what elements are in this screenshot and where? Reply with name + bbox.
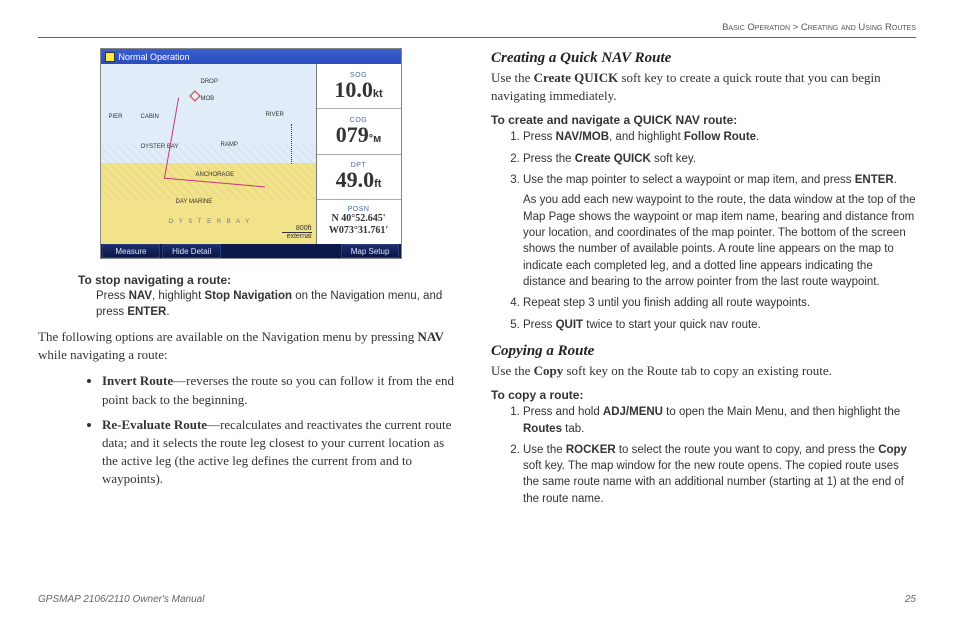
list-item: Repeat step 3 until you finish adding al…	[523, 295, 916, 311]
dotted-line	[231, 124, 292, 164]
page-number: 25	[905, 594, 916, 605]
status-icon	[105, 52, 115, 62]
manual-title: GPSMAP 2106/2110 Owner's Manual	[38, 594, 204, 605]
option-list: Invert Route—reverses the route so you c…	[62, 372, 463, 488]
softkey-bar: Measure Hide Detail Map Setup	[101, 244, 401, 258]
scale-label: 800ft external	[282, 225, 312, 240]
proc-body: Press NAV, highlight Stop Navigation on …	[96, 289, 463, 320]
sog-field: SOG 10.0kt	[317, 64, 401, 109]
list-item: Use the ROCKER to select the route you w…	[523, 442, 916, 507]
proc-title-copy: To copy a route:	[491, 388, 916, 402]
softkey-measure[interactable]: Measure	[102, 244, 161, 258]
list-item: Re-Evaluate Route—recalculates and react…	[102, 416, 463, 489]
list-item: Press the Create QUICK soft key.	[523, 151, 916, 167]
procedure-stop-nav: To stop navigating a route: Press NAV, h…	[78, 273, 463, 320]
copy-route-intro: Use the Copy soft key on the Route tab t…	[491, 362, 916, 380]
quick-nav-intro: Use the Create QUICK soft key to create …	[491, 69, 916, 105]
device-body: DROP MOB PIER CABIN OYSTER BAY RAMP RIVE…	[101, 64, 401, 244]
ramp-label: RAMP	[221, 142, 238, 148]
pier-label: PIER	[109, 114, 123, 120]
device-titlebar: Normal Operation	[101, 49, 401, 64]
softkey-map-setup[interactable]: Map Setup	[341, 244, 400, 258]
list-item: Invert Route—reverses the route so you c…	[102, 372, 463, 408]
right-column: Creating a Quick NAV Route Use the Creat…	[491, 48, 916, 517]
header-section: Basic Operation	[722, 22, 790, 33]
mob-label: MOB	[191, 92, 215, 102]
softkey-blank	[223, 244, 280, 258]
footer: GPSMAP 2106/2110 Owner's Manual 25	[38, 594, 916, 605]
page: Basic Operation > Creating and Using Rou…	[0, 0, 954, 621]
list-item: Use the map pointer to select a waypoint…	[523, 172, 916, 290]
device-screenshot: Normal Operation DROP MOB PIER CABIN OYS…	[100, 48, 402, 259]
anchorage-label: ANCHORAGE	[196, 172, 235, 178]
running-header: Basic Operation > Creating and Using Rou…	[38, 22, 916, 38]
left-column: Normal Operation DROP MOB PIER CABIN OYS…	[38, 48, 463, 517]
step-subtext: As you add each new waypoint to the rout…	[523, 192, 916, 290]
header-subsection: Creating and Using Routes	[801, 22, 916, 33]
list-item: Press QUIT twice to start your quick nav…	[523, 317, 916, 333]
cog-field: COG 079°ᴍ	[317, 109, 401, 154]
mode-label: Normal Operation	[119, 52, 190, 62]
drop-label: DROP	[201, 79, 218, 85]
daymarine-label: DAY MARINE	[176, 199, 213, 205]
intro-paragraph: The following options are available on t…	[38, 328, 463, 364]
oyster-label: OYSTER BAY	[141, 144, 179, 150]
list-item: Press and hold ADJ/MENU to open the Main…	[523, 404, 916, 437]
proc-title-quicknav: To create and navigate a QUICK NAV route…	[491, 113, 916, 127]
softkey-hide-detail[interactable]: Hide Detail	[162, 244, 221, 258]
data-panel: SOG 10.0kt COG 079°ᴍ DPT 49.0ft POSN	[317, 64, 401, 244]
softkey-blank	[282, 244, 339, 258]
heading-quick-nav: Creating a Quick NAV Route	[491, 50, 916, 67]
proc-title: To stop navigating a route:	[78, 273, 463, 287]
list-item: Press NAV/MOB, and highlight Follow Rout…	[523, 129, 916, 145]
steps-quicknav: Press NAV/MOB, and highlight Follow Rout…	[491, 129, 916, 333]
oysterbay-label: O Y S T E R B A Y	[169, 219, 252, 225]
map-area: DROP MOB PIER CABIN OYSTER BAY RAMP RIVE…	[101, 64, 317, 244]
content-columns: Normal Operation DROP MOB PIER CABIN OYS…	[38, 48, 916, 517]
steps-copy: Press and hold ADJ/MENU to open the Main…	[491, 404, 916, 507]
heading-copy-route: Copying a Route	[491, 343, 916, 360]
posn-field: POSN N 40°52.645' W073°31.761'	[317, 200, 401, 244]
river-label: RIVER	[266, 112, 284, 118]
dpt-field: DPT 49.0ft	[317, 155, 401, 200]
cabin-label: CABIN	[141, 114, 159, 120]
